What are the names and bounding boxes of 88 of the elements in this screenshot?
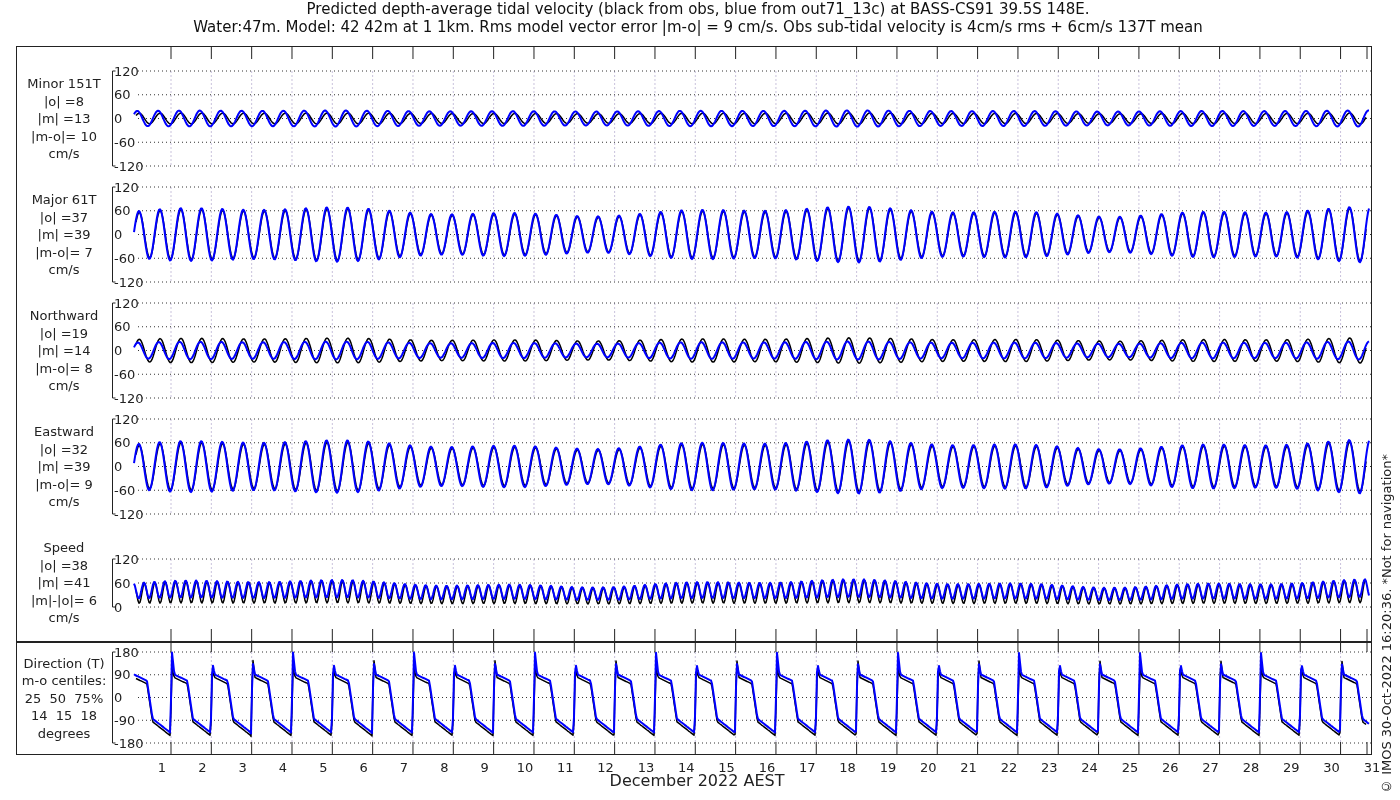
y-tick-label: -120: [114, 274, 144, 290]
x-tick-label: 8: [440, 760, 449, 775]
y-tick-label: -60: [114, 366, 136, 382]
panel-label: |m|-|o|= 6: [30, 591, 98, 610]
panel-label: |o| =38: [39, 556, 89, 575]
panel-label: cm/s: [48, 261, 80, 279]
panel-label: Northward: [29, 307, 99, 325]
chart-subtitle: Water:47m. Model: 42 42m at 1 1km. Rms model vector error |m-o| = 9 cm/s. Obs sub-tidal velocity is 4cm/s rms + 6cm/s 137T mean: [193, 18, 1203, 36]
y-tick-label: -180: [114, 735, 144, 751]
y-tick-label: 60: [114, 435, 131, 451]
panel-label: Direction (T): [23, 654, 105, 673]
y-tick-label: 120: [114, 551, 139, 567]
panel-label: cm/s: [48, 145, 80, 163]
x-tick-label: 25: [1121, 760, 1139, 775]
panel-label: 14 15 18: [30, 707, 98, 725]
panel-label: |m-o|= 9: [35, 475, 93, 494]
y-tick-label: 0: [114, 111, 123, 126]
panel-label: |o| =37: [39, 208, 89, 227]
panel-label: |m| =13: [37, 110, 91, 128]
panel-label: cm/s: [48, 493, 80, 511]
panel-label: |o| =8: [44, 92, 84, 111]
y-tick-label: 120: [114, 295, 139, 311]
x-tick-label: 23: [1041, 760, 1058, 775]
y-tick-label: 180: [114, 644, 139, 660]
y-tick-label: -60: [114, 482, 136, 498]
y-tick-label: -60: [114, 134, 136, 150]
panel-label: |m-o|= 10: [31, 127, 97, 146]
panel-label: |m-o|= 8: [35, 359, 93, 378]
y-tick-label: -90: [114, 712, 136, 728]
x-tick-label: 19: [879, 760, 897, 775]
x-tick-label: 29: [1282, 760, 1300, 775]
x-tick-label: 9: [480, 760, 489, 775]
y-tick-label: -60: [114, 250, 136, 266]
y-tick-label: 0: [114, 599, 123, 615]
panel-label: 25 50 75%: [24, 689, 104, 708]
credit-note: © IMOS 30-Oct-2022 16:20:36. *Not for navigation*: [1378, 454, 1394, 794]
panel-label: degrees: [37, 724, 91, 743]
y-tick-label: 120: [114, 179, 139, 195]
x-tick-label: 2: [198, 760, 207, 775]
y-tick-label: 60: [114, 575, 131, 591]
panel-label: |o| =32: [39, 440, 89, 459]
x-tick-label: 1: [157, 760, 167, 775]
x-tick-label: 18: [839, 760, 856, 775]
panel-label: m-o centiles:: [21, 672, 107, 690]
x-tick-label: 31: [1363, 760, 1381, 775]
x-tick-label: 6: [359, 760, 368, 775]
y-tick-label: 0: [114, 343, 123, 358]
y-tick-label: 90: [114, 667, 131, 683]
panel-label: Speed: [43, 539, 85, 557]
panel-label: |m| =14: [37, 342, 91, 360]
x-tick-label: 30: [1323, 760, 1340, 775]
panel-label: cm/s: [48, 609, 80, 627]
panel-label: |o| =19: [39, 324, 89, 343]
x-tick-label: 7: [399, 760, 409, 775]
y-tick-label: 120: [114, 63, 139, 79]
x-tick-label: 27: [1202, 760, 1219, 775]
x-tick-label: 17: [799, 760, 816, 775]
y-tick-label: -120: [114, 506, 144, 522]
panel-label: Major 61T: [31, 191, 97, 209]
chart-title: Predicted depth-average tidal velocity (black from obs, blue from out71_13c) at BASS-CS91 39.5S 148E.: [306, 0, 1090, 18]
x-tick-label: 28: [1242, 760, 1260, 775]
panel-label: |m| =39: [37, 458, 91, 476]
y-tick-label: 0: [114, 459, 123, 474]
panel-label: |m-o|= 7: [35, 243, 93, 262]
y-tick-label: 120: [114, 411, 139, 427]
x-tick-label: 5: [319, 760, 328, 775]
panel-label: |m| =41: [37, 574, 91, 592]
y-tick-label: -120: [114, 390, 144, 406]
panel-label: Eastward: [34, 423, 94, 441]
y-tick-label: 60: [114, 87, 131, 103]
panel-label: cm/s: [48, 377, 80, 395]
x-tick-label: 10: [516, 760, 534, 775]
x-tick-label: 26: [1162, 760, 1179, 775]
x-tick-label: 20: [920, 760, 937, 775]
x-tick-label: 4: [278, 760, 288, 775]
y-axis-line: [112, 558, 116, 608]
y-tick-label: 0: [114, 690, 123, 705]
x-tick-label: 11: [557, 760, 574, 775]
panel-label: Minor 151T: [27, 75, 101, 93]
y-tick-label: 60: [114, 319, 131, 335]
y-tick-label: 60: [114, 203, 131, 219]
y-tick-label: 0: [114, 227, 123, 242]
x-tick-label: 24: [1081, 760, 1098, 775]
panel-label: |m| =39: [37, 226, 91, 244]
x-tick-label: 22: [1000, 760, 1018, 775]
y-tick-label: -120: [114, 158, 144, 174]
x-tick-label: 3: [238, 760, 247, 775]
x-tick-label: 21: [960, 760, 977, 775]
